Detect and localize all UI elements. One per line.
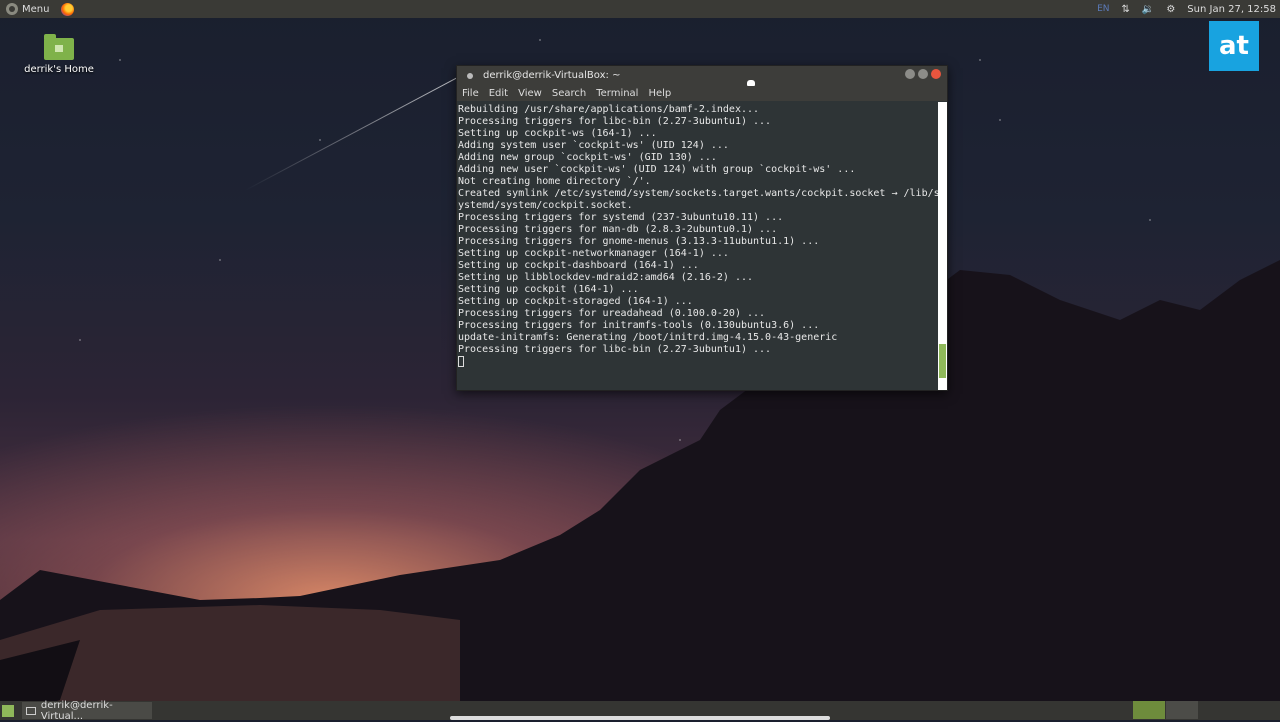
show-desktop-button[interactable] <box>2 704 14 717</box>
minimize-button[interactable] <box>905 69 915 79</box>
watermark-logo: at <box>1209 21 1259 71</box>
terminal-icon <box>467 72 473 79</box>
mint-logo-icon <box>6 3 18 15</box>
desktop-icon-label: derrik's Home <box>24 64 94 75</box>
terminal-line: Setting up cockpit-storaged (164-1) ... <box>458 296 693 307</box>
terminal-output[interactable]: Rebuilding /usr/share/applications/bamf-… <box>457 102 940 390</box>
terminal-line: Processing triggers for initramfs-tools … <box>458 320 820 331</box>
menu-label: Menu <box>22 3 50 15</box>
menu-help[interactable]: Help <box>648 88 671 99</box>
terminal-line: Processing triggers for man-db (2.8.3-2u… <box>458 224 778 235</box>
terminal-scrollbar[interactable] <box>938 102 947 390</box>
terminal-line: Adding new group `cockpit-ws' (GID 130) … <box>458 152 717 163</box>
terminal-line: Processing triggers for ureadahead (0.10… <box>458 308 766 319</box>
terminal-line: Created symlink /etc/systemd/system/sock… <box>458 188 940 199</box>
workspace-2[interactable] <box>1166 701 1198 719</box>
terminal-line: Setting up libblockdev-mdraid2:amd64 (2.… <box>458 272 754 283</box>
window-title: derrik@derrik-VirtualBox: ~ <box>483 70 621 81</box>
terminal-line: Processing triggers for systemd (237-3ub… <box>458 212 784 223</box>
volume-icon[interactable]: 🔉 <box>1142 4 1154 15</box>
terminal-menubar: File Edit View Search Terminal Help <box>457 85 947 101</box>
maximize-button[interactable] <box>918 69 928 79</box>
terminal-text: Rebuilding /usr/share/applications/bamf-… <box>457 102 940 368</box>
logo-text: at <box>1219 31 1249 61</box>
terminal-window-icon <box>26 706 36 715</box>
desktop-icon-home[interactable]: derrik's Home <box>24 34 94 75</box>
menu-edit[interactable]: Edit <box>489 88 508 99</box>
settings-icon[interactable]: ⚙ <box>1166 4 1175 15</box>
workspace-1[interactable] <box>1133 701 1165 719</box>
terminal-line: update-initramfs: Generating /boot/initr… <box>458 332 838 343</box>
top-panel: Menu EN ⇅ 🔉 ⚙ Sun Jan 27, 12:58 <box>0 0 1280 18</box>
system-tray: EN ⇅ 🔉 ⚙ Sun Jan 27, 12:58 <box>1097 4 1280 15</box>
menu-terminal[interactable]: Terminal <box>596 88 638 99</box>
terminal-line: Setting up cockpit (164-1) ... <box>458 284 639 295</box>
terminal-line: Adding new user `cockpit-ws' (UID 124) w… <box>458 164 856 175</box>
scrollbar-thumb[interactable] <box>939 344 946 378</box>
terminal-line: Adding system user `cockpit-ws' (UID 124… <box>458 140 729 151</box>
close-button[interactable] <box>931 69 941 79</box>
terminal-line: Processing triggers for libc-bin (2.27-3… <box>458 344 772 355</box>
taskbar-item-label: derrik@derrik-Virtual... <box>40 699 113 722</box>
text-cursor <box>458 356 464 367</box>
menu-button[interactable]: Menu <box>0 0 55 18</box>
terminal-line: Rebuilding /usr/share/applications/bamf-… <box>458 104 760 115</box>
network-icon[interactable]: ⇅ <box>1121 4 1129 15</box>
firefox-icon[interactable] <box>61 2 75 16</box>
terminal-window: derrik@derrik-VirtualBox: ~ File Edit Vi… <box>456 65 948 391</box>
terminal-line: ystemd/system/cockpit.socket. <box>458 200 633 211</box>
terminal-titlebar[interactable]: derrik@derrik-VirtualBox: ~ <box>457 66 947 86</box>
video-progress-bar <box>450 716 830 720</box>
terminal-line: Not creating home directory `/'. <box>458 176 651 187</box>
menu-view[interactable]: View <box>518 88 542 99</box>
keyboard-layout[interactable]: EN <box>1097 4 1109 14</box>
terminal-line: Setting up cockpit-ws (164-1) ... <box>458 128 657 139</box>
taskbar-item-terminal[interactable]: derrik@derrik-Virtual... <box>22 699 152 722</box>
terminal-line: Processing triggers for gnome-menus (3.1… <box>458 236 820 247</box>
menu-file[interactable]: File <box>462 88 479 99</box>
clock[interactable]: Sun Jan 27, 12:58 <box>1187 4 1276 15</box>
terminal-line: Setting up cockpit-networkmanager (164-1… <box>458 248 729 259</box>
terminal-line: Processing triggers for libc-bin (2.27-3… <box>458 116 772 127</box>
folder-home-icon <box>44 34 74 60</box>
terminal-line: Setting up cockpit-dashboard (164-1) ... <box>458 260 699 271</box>
mouse-pointer-icon <box>747 80 755 86</box>
menu-search[interactable]: Search <box>552 88 586 99</box>
